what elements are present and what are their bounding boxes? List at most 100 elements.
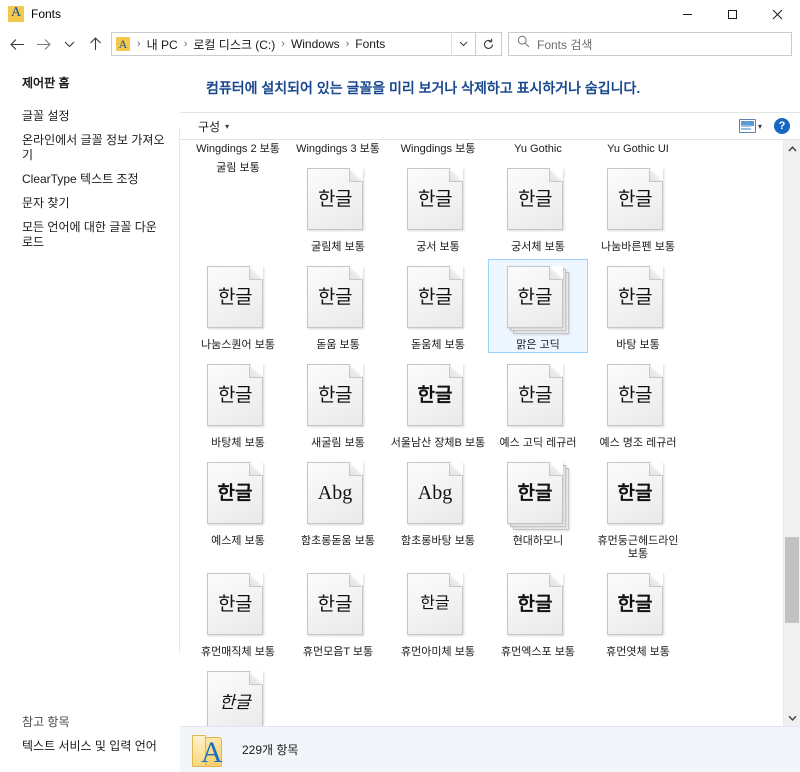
font-tile[interactable]: Wingdings 3 보통 bbox=[288, 142, 388, 157]
font-tile[interactable]: 한글휴먼둥근헤드라인 보통 bbox=[588, 455, 688, 562]
font-tile[interactable]: 한글 돋움 보통 bbox=[288, 259, 388, 353]
font-sample-text: 한글 bbox=[420, 595, 450, 612]
scroll-up-button[interactable] bbox=[784, 140, 800, 157]
breadcrumb[interactable]: › 내 PC › 로컬 디스크 (C:) › Windows › Fonts bbox=[111, 32, 476, 56]
font-sample-text: 한글 bbox=[517, 286, 553, 308]
font-tile[interactable]: Yu Gothic bbox=[488, 142, 588, 157]
font-grid-area: Wingdings 2 보통 Wingdings 3 보통 Wingdings 보통… bbox=[180, 140, 800, 726]
search-input[interactable]: Fonts 검색 bbox=[537, 36, 592, 53]
font-sample-text: 한글 bbox=[219, 692, 251, 712]
scrollbar-track[interactable] bbox=[784, 157, 800, 709]
font-file-sheet: 한글 bbox=[507, 266, 563, 328]
font-folder-icon bbox=[116, 37, 130, 51]
sidebar-item-control-panel-home[interactable]: 제어판 홈 bbox=[22, 74, 166, 91]
window-controls bbox=[665, 0, 800, 28]
font-tile[interactable]: 한글휴먼모음T 보통 bbox=[288, 566, 388, 660]
font-sample-text: 한글 bbox=[617, 482, 653, 504]
font-tile-label: 돋움체 보통 bbox=[411, 339, 465, 351]
font-sample-text: 한글 bbox=[618, 188, 652, 210]
font-file-sheet: 한글 bbox=[407, 266, 463, 328]
scrollbar-thumb[interactable] bbox=[784, 537, 799, 623]
font-tile[interactable]: 한글현대하모니 bbox=[488, 455, 588, 562]
chevron-down-icon: ▾ bbox=[225, 121, 230, 131]
sidebar-see-also: 참고 항목 텍스트 서비스 및 입력 언어 bbox=[22, 713, 166, 772]
font-preview-icon: 한글 bbox=[407, 573, 469, 641]
font-tile-label: 함초롱돋움 보통 bbox=[301, 535, 375, 547]
font-preview-icon: 한글 bbox=[207, 573, 269, 641]
forward-button[interactable] bbox=[30, 31, 56, 57]
minimize-button[interactable] bbox=[665, 0, 710, 28]
font-tile[interactable]: 한글 바탕 보통 bbox=[588, 259, 688, 353]
font-tile[interactable]: 한글 휴먼엿체 보통 bbox=[588, 566, 688, 660]
font-file-sheet: 한글 bbox=[207, 462, 263, 524]
font-tile[interactable]: 한글 나눔스퀀어 보통 bbox=[188, 259, 288, 353]
font-tile[interactable]: 한글 휴먼엑스포 보통 bbox=[488, 566, 588, 660]
font-tile-label: 휴먼모음T 보통 bbox=[302, 646, 374, 658]
maximize-button[interactable] bbox=[710, 0, 755, 28]
font-tile-selected[interactable]: 한글 맑은 고딕 bbox=[488, 259, 588, 353]
font-tile-label: 휴먼둥근헤드라인 보통 bbox=[597, 535, 679, 560]
font-tile[interactable]: 한글 예스 고딕 레규러 bbox=[488, 357, 588, 451]
breadcrumb-item-0[interactable]: 내 PC bbox=[145, 36, 180, 53]
organize-button[interactable]: 구성 ▾ bbox=[192, 115, 235, 138]
font-sample-text: 한글 bbox=[418, 188, 452, 210]
up-button[interactable] bbox=[82, 31, 108, 57]
font-file-sheet: 한글 bbox=[307, 573, 363, 635]
help-icon[interactable]: ? bbox=[774, 118, 790, 134]
font-tile[interactable]: 한글 서울남산 장체B 보통 bbox=[388, 357, 488, 451]
font-sample-text: 한글 bbox=[418, 286, 452, 308]
chevron-down-icon[interactable]: ▾ bbox=[758, 122, 762, 131]
font-tile[interactable]: 굴림 보통 bbox=[188, 161, 288, 255]
font-tile[interactable]: Yu Gothic UI bbox=[588, 142, 688, 157]
font-tile-label: 바탕 보통 bbox=[616, 339, 660, 351]
font-tile[interactable]: 한글 나눔바른펜 보통 bbox=[588, 161, 688, 255]
font-tile[interactable]: 한글휴먼편지체 보통 bbox=[188, 664, 288, 726]
font-tile[interactable]: 한글 휴먼아미체 보통 bbox=[388, 566, 488, 660]
font-file-sheet: 한글 bbox=[207, 573, 263, 635]
font-preview-icon: 한글 bbox=[507, 462, 569, 530]
content-pane: 컴퓨터에 설치되어 있는 글꼴을 미리 보거나 삭제하고 표시하거나 숨깁니다.… bbox=[180, 60, 800, 772]
font-tile[interactable]: 한글 새굴림 보통 bbox=[288, 357, 388, 451]
font-file-sheet: 한글 bbox=[507, 168, 563, 230]
back-button[interactable] bbox=[4, 31, 30, 57]
see-also-title: 참고 항목 bbox=[22, 715, 70, 729]
font-tile[interactable]: 한글 휴먼매직체 보통 bbox=[188, 566, 288, 660]
font-tile[interactable]: 한글돋움체 보통 bbox=[388, 259, 488, 353]
sidebar-item-download-fonts-all-languages[interactable]: 모든 언어에 대한 글꼴 다운로드 bbox=[22, 220, 166, 250]
font-tile[interactable]: 한글 예스 명조 레규러 bbox=[588, 357, 688, 451]
font-preview-icon: Abg bbox=[307, 462, 369, 530]
font-tile[interactable]: 한글 궁서체 보통 bbox=[488, 161, 588, 255]
window-title: Fonts bbox=[31, 7, 62, 21]
sidebar-item-font-settings[interactable]: 글꼴 설정 bbox=[22, 109, 166, 124]
breadcrumb-item-1[interactable]: 로컬 디스크 (C:) bbox=[191, 36, 277, 53]
font-tile[interactable]: 한글 바탕체 보통 bbox=[188, 357, 288, 451]
font-file-sheet: 한글 bbox=[607, 364, 663, 426]
font-file-sheet: 한글 bbox=[407, 168, 463, 230]
close-button[interactable] bbox=[755, 0, 800, 28]
window-body: 제어판 홈 글꼴 설정 온라인에서 글꼴 정보 가져오기 ClearType 텍… bbox=[0, 60, 800, 772]
font-tile[interactable]: 한글궁서 보통 bbox=[388, 161, 488, 255]
font-tile[interactable]: Wingdings 보통 bbox=[388, 142, 488, 157]
see-also-item-text-services[interactable]: 텍스트 서비스 및 입력 언어 bbox=[22, 737, 166, 754]
recent-locations-button[interactable] bbox=[56, 31, 82, 57]
font-tile[interactable]: Wingdings 2 보통 bbox=[188, 142, 288, 157]
scroll-down-button[interactable] bbox=[784, 709, 800, 726]
vertical-scrollbar[interactable] bbox=[783, 140, 800, 726]
view-options-icon[interactable] bbox=[738, 119, 756, 133]
search-box[interactable]: Fonts 검색 bbox=[508, 32, 792, 56]
page-fold-corner-icon bbox=[349, 365, 362, 378]
breadcrumb-item-3[interactable]: Fonts bbox=[353, 37, 387, 51]
sidebar-item-find-a-character[interactable]: 문자 찾기 bbox=[22, 196, 166, 211]
chevron-down-icon[interactable] bbox=[451, 32, 475, 56]
font-tile-label: 궁서 보통 bbox=[416, 241, 460, 253]
breadcrumb-item-2[interactable]: Windows bbox=[289, 37, 342, 51]
font-tile[interactable]: Abg 함초롱돋움 보통 bbox=[288, 455, 388, 562]
font-tile[interactable]: 한글 예스제 보통 bbox=[188, 455, 288, 562]
font-tile[interactable]: Abg 함초롱바탕 보통 bbox=[388, 455, 488, 562]
font-tile[interactable]: 한글 굴림체 보통 bbox=[288, 161, 388, 255]
font-tile-label: 현대하모니 bbox=[512, 535, 564, 547]
font-file-sheet: 한글 bbox=[507, 462, 563, 524]
sidebar-item-get-font-info-online[interactable]: 온라인에서 글꼴 정보 가져오기 bbox=[22, 133, 166, 163]
sidebar-item-adjust-cleartype-text[interactable]: ClearType 텍스트 조정 bbox=[22, 172, 166, 187]
refresh-icon[interactable] bbox=[476, 32, 502, 56]
